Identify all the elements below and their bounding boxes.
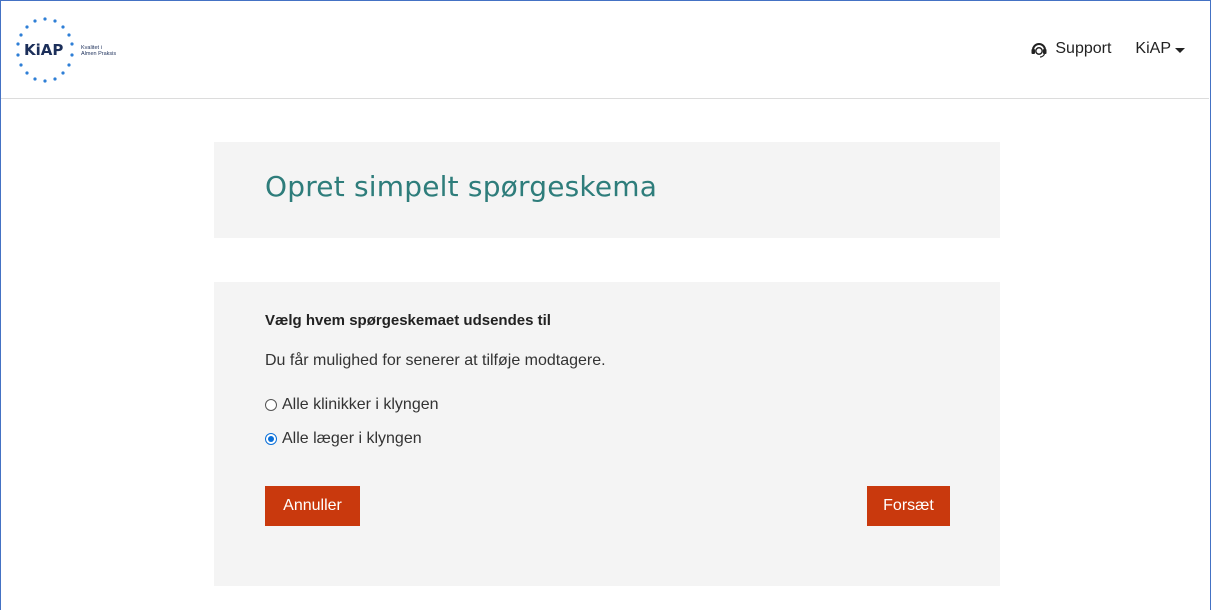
caret-down-icon bbox=[1175, 47, 1185, 53]
form-description: Du får mulighed for senerer at tilføje m… bbox=[265, 352, 606, 369]
radio-option-all-clinics[interactable]: Alle klinikker i klyngen bbox=[265, 396, 439, 414]
logo-text: KiAP bbox=[24, 41, 63, 59]
support-link[interactable]: Support bbox=[1029, 39, 1111, 59]
radio-button-checked[interactable] bbox=[265, 433, 277, 445]
radio-label-all-doctors: Alle læger i klyngen bbox=[282, 430, 422, 447]
radio-option-all-doctors[interactable]: Alle læger i klyngen bbox=[265, 430, 422, 448]
logo-subtitle-2: Almen Praksis bbox=[81, 51, 116, 57]
radio-label-all-clinics: Alle klinikker i klyngen bbox=[282, 396, 439, 413]
user-menu-dropdown[interactable]: KiAP bbox=[1135, 40, 1185, 58]
headset-icon bbox=[1029, 39, 1049, 59]
title-panel: Opret simpelt spørgeskema bbox=[214, 142, 1000, 238]
nav-right: Support KiAP bbox=[1029, 39, 1185, 59]
kiap-logo-graphic: KiAP Kvalitet i Almen Praksis bbox=[16, 17, 116, 83]
page-title: Opret simpelt spørgeskema bbox=[265, 170, 658, 203]
support-label: Support bbox=[1055, 40, 1112, 57]
recipient-form-panel: Vælg hvem spørgeskemaet udsendes til Du … bbox=[214, 282, 1000, 586]
cancel-button[interactable]: Annuller bbox=[265, 486, 360, 526]
form-heading: Vælg hvem spørgeskemaet udsendes til bbox=[265, 312, 551, 329]
radio-button-unchecked[interactable] bbox=[265, 399, 277, 411]
kiap-logo[interactable]: KiAP Kvalitet i Almen Praksis bbox=[9, 13, 149, 89]
top-navbar: KiAP Kvalitet i Almen Praksis Support Ki… bbox=[1, 1, 1209, 99]
user-menu-label: KiAP bbox=[1135, 40, 1171, 57]
continue-button[interactable]: Forsæt bbox=[867, 486, 950, 526]
